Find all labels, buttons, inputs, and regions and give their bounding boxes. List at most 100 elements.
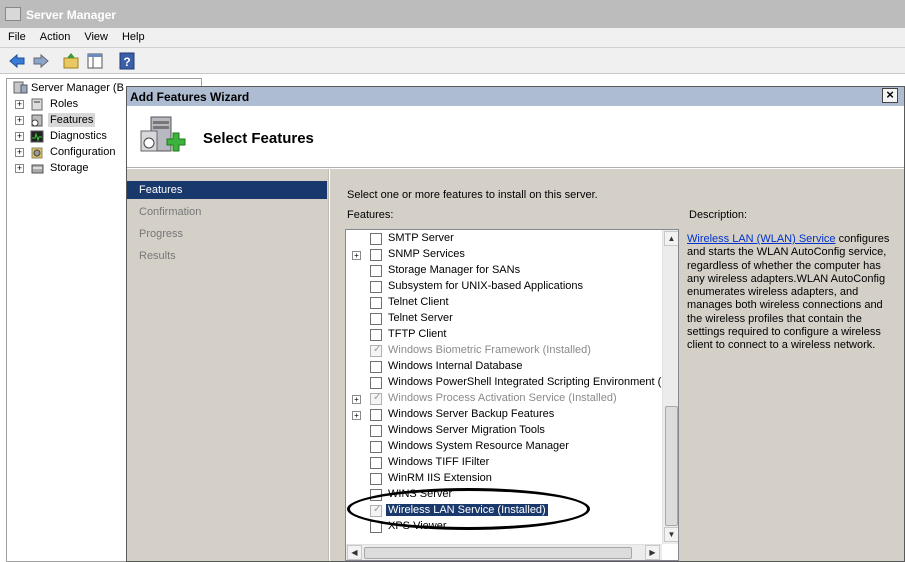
feature-item[interactable]: ✓ Windows Biometric Framework (Installed) bbox=[346, 343, 666, 359]
back-arrow-icon[interactable] bbox=[8, 52, 26, 70]
window-titlebar: Server Manager bbox=[0, 0, 905, 28]
expand-icon[interactable]: + bbox=[352, 395, 361, 404]
wizard-banner: Select Features bbox=[127, 106, 904, 168]
feature-label: Subsystem for UNIX-based Applications bbox=[388, 280, 584, 292]
feature-item[interactable]: SMTP Server bbox=[346, 231, 666, 247]
instruction-text: Select one or more features to install o… bbox=[347, 189, 598, 201]
up-folder-icon[interactable] bbox=[62, 52, 80, 70]
feature-checkbox[interactable] bbox=[370, 409, 382, 421]
feature-label: Windows Internal Database bbox=[388, 360, 523, 372]
wizard-steps: Features Confirmation Progress Results bbox=[127, 169, 329, 561]
feature-item[interactable]: Telnet Client bbox=[346, 295, 666, 311]
scroll-down-arrow-icon[interactable]: ▼ bbox=[664, 527, 678, 542]
features-icon bbox=[31, 114, 43, 127]
wizard-page-title: Select Features bbox=[203, 130, 314, 147]
diagnostics-icon bbox=[30, 130, 44, 143]
svg-text:?: ? bbox=[123, 55, 130, 69]
feature-item[interactable]: + Windows Server Backup Features bbox=[346, 407, 666, 423]
feature-checkbox[interactable] bbox=[370, 297, 382, 309]
description-link[interactable]: Wireless LAN (WLAN) Service bbox=[687, 233, 836, 245]
feature-label: Windows PowerShell Integrated Scripting … bbox=[388, 376, 672, 388]
hscroll-thumb[interactable] bbox=[364, 547, 632, 559]
expand-icon[interactable]: + bbox=[15, 148, 24, 157]
expand-icon[interactable]: + bbox=[15, 164, 24, 173]
feature-item[interactable]: + ✓ Windows Process Activation Service (In… bbox=[346, 391, 666, 407]
feature-checkbox[interactable] bbox=[370, 265, 382, 277]
tree-item-label: Roles bbox=[50, 98, 79, 110]
feature-checkbox[interactable] bbox=[370, 377, 382, 389]
expand-icon[interactable]: + bbox=[15, 132, 24, 141]
menu-help[interactable]: Help bbox=[114, 28, 151, 43]
server-icon bbox=[13, 81, 28, 94]
feature-checkbox[interactable] bbox=[370, 457, 382, 469]
add-feature-server-icon bbox=[140, 116, 186, 152]
description-panel: Wireless LAN (WLAN) Service configures a… bbox=[687, 233, 897, 353]
scroll-thumb[interactable] bbox=[665, 406, 678, 526]
feature-label: Windows Biometric Framework (Installed) bbox=[388, 344, 591, 356]
feature-item[interactable]: WinRM IIS Extension bbox=[346, 471, 666, 487]
feature-checkbox[interactable] bbox=[370, 473, 382, 485]
feature-item[interactable]: Subsystem for UNIX-based Applications bbox=[346, 279, 666, 295]
feature-checkbox[interactable] bbox=[370, 441, 382, 453]
feature-item[interactable]: + SNMP Services bbox=[346, 247, 666, 263]
feature-label: Windows Process Activation Service (Inst… bbox=[388, 392, 617, 404]
expand-icon[interactable]: + bbox=[15, 100, 24, 109]
feature-checkbox[interactable] bbox=[370, 425, 382, 437]
tree-item-label: Features bbox=[48, 113, 96, 127]
menu-file[interactable]: File bbox=[0, 28, 32, 43]
feature-checkbox[interactable] bbox=[370, 313, 382, 325]
feature-label: Windows Server Backup Features bbox=[388, 408, 555, 420]
tree-root-label: Server Manager (B bbox=[31, 82, 124, 94]
feature-label: SMTP Server bbox=[388, 232, 454, 244]
feature-checkbox[interactable] bbox=[370, 361, 382, 373]
feature-item[interactable]: TFTP Client bbox=[346, 327, 666, 343]
checkmark-icon: ✓ bbox=[373, 392, 382, 403]
step-confirmation: Confirmation bbox=[139, 206, 202, 218]
step-features[interactable]: Features bbox=[127, 181, 327, 199]
feature-label: Windows Server Migration Tools bbox=[388, 424, 545, 436]
annotation-oval bbox=[347, 488, 590, 530]
horizontal-scrollbar[interactable]: ◀ ▶ bbox=[346, 544, 662, 560]
feature-label: Telnet Client bbox=[388, 296, 449, 308]
roles-icon bbox=[31, 98, 43, 111]
feature-checkbox[interactable] bbox=[370, 233, 382, 245]
tree-item-label: Diagnostics bbox=[50, 130, 107, 142]
forward-arrow-icon[interactable] bbox=[32, 52, 50, 70]
toolbar: ? bbox=[0, 48, 905, 74]
help-icon[interactable]: ? bbox=[118, 52, 136, 70]
server-manager-icon bbox=[5, 7, 21, 21]
feature-label: WinRM IIS Extension bbox=[388, 472, 492, 484]
storage-icon bbox=[31, 164, 44, 174]
feature-item[interactable]: Windows Server Migration Tools bbox=[346, 423, 666, 439]
feature-item[interactable]: Windows System Resource Manager bbox=[346, 439, 666, 455]
feature-checkbox[interactable] bbox=[370, 281, 382, 293]
feature-label: Windows TIFF IFilter bbox=[388, 456, 490, 468]
feature-item[interactable]: Telnet Server bbox=[346, 311, 666, 327]
tree-item-label: Configuration bbox=[50, 146, 116, 158]
feature-checkbox[interactable] bbox=[370, 329, 382, 341]
description-label: Description: bbox=[689, 209, 748, 221]
console-tree-icon[interactable] bbox=[86, 52, 104, 70]
feature-label: TFTP Client bbox=[388, 328, 447, 340]
expand-icon[interactable]: + bbox=[15, 116, 24, 125]
feature-item[interactable]: Windows TIFF IFilter bbox=[346, 455, 666, 471]
close-button[interactable]: × bbox=[882, 88, 898, 103]
menu-action[interactable]: Action bbox=[32, 28, 77, 43]
scroll-up-arrow-icon[interactable]: ▲ bbox=[664, 231, 678, 246]
expand-icon[interactable]: + bbox=[352, 251, 361, 260]
dialog-title: Add Features Wizard bbox=[130, 90, 250, 104]
scroll-left-arrow-icon[interactable]: ◀ bbox=[347, 545, 362, 560]
step-results: Results bbox=[139, 250, 176, 262]
vertical-scrollbar[interactable]: ▲ ▼ bbox=[662, 230, 678, 544]
feature-item[interactable]: Windows PowerShell Integrated Scripting … bbox=[346, 375, 672, 391]
feature-checkbox: ✓ bbox=[370, 344, 382, 357]
menu-view[interactable]: View bbox=[76, 28, 114, 43]
feature-checkbox[interactable] bbox=[370, 249, 382, 261]
features-label: Features: bbox=[347, 209, 394, 221]
feature-label: Windows System Resource Manager bbox=[388, 440, 569, 452]
scroll-right-arrow-icon[interactable]: ▶ bbox=[645, 545, 660, 560]
expand-icon[interactable]: + bbox=[352, 411, 361, 420]
window-title: Server Manager bbox=[26, 8, 117, 22]
feature-item[interactable]: Windows Internal Database bbox=[346, 359, 666, 375]
feature-item[interactable]: Storage Manager for SANs bbox=[346, 263, 666, 279]
